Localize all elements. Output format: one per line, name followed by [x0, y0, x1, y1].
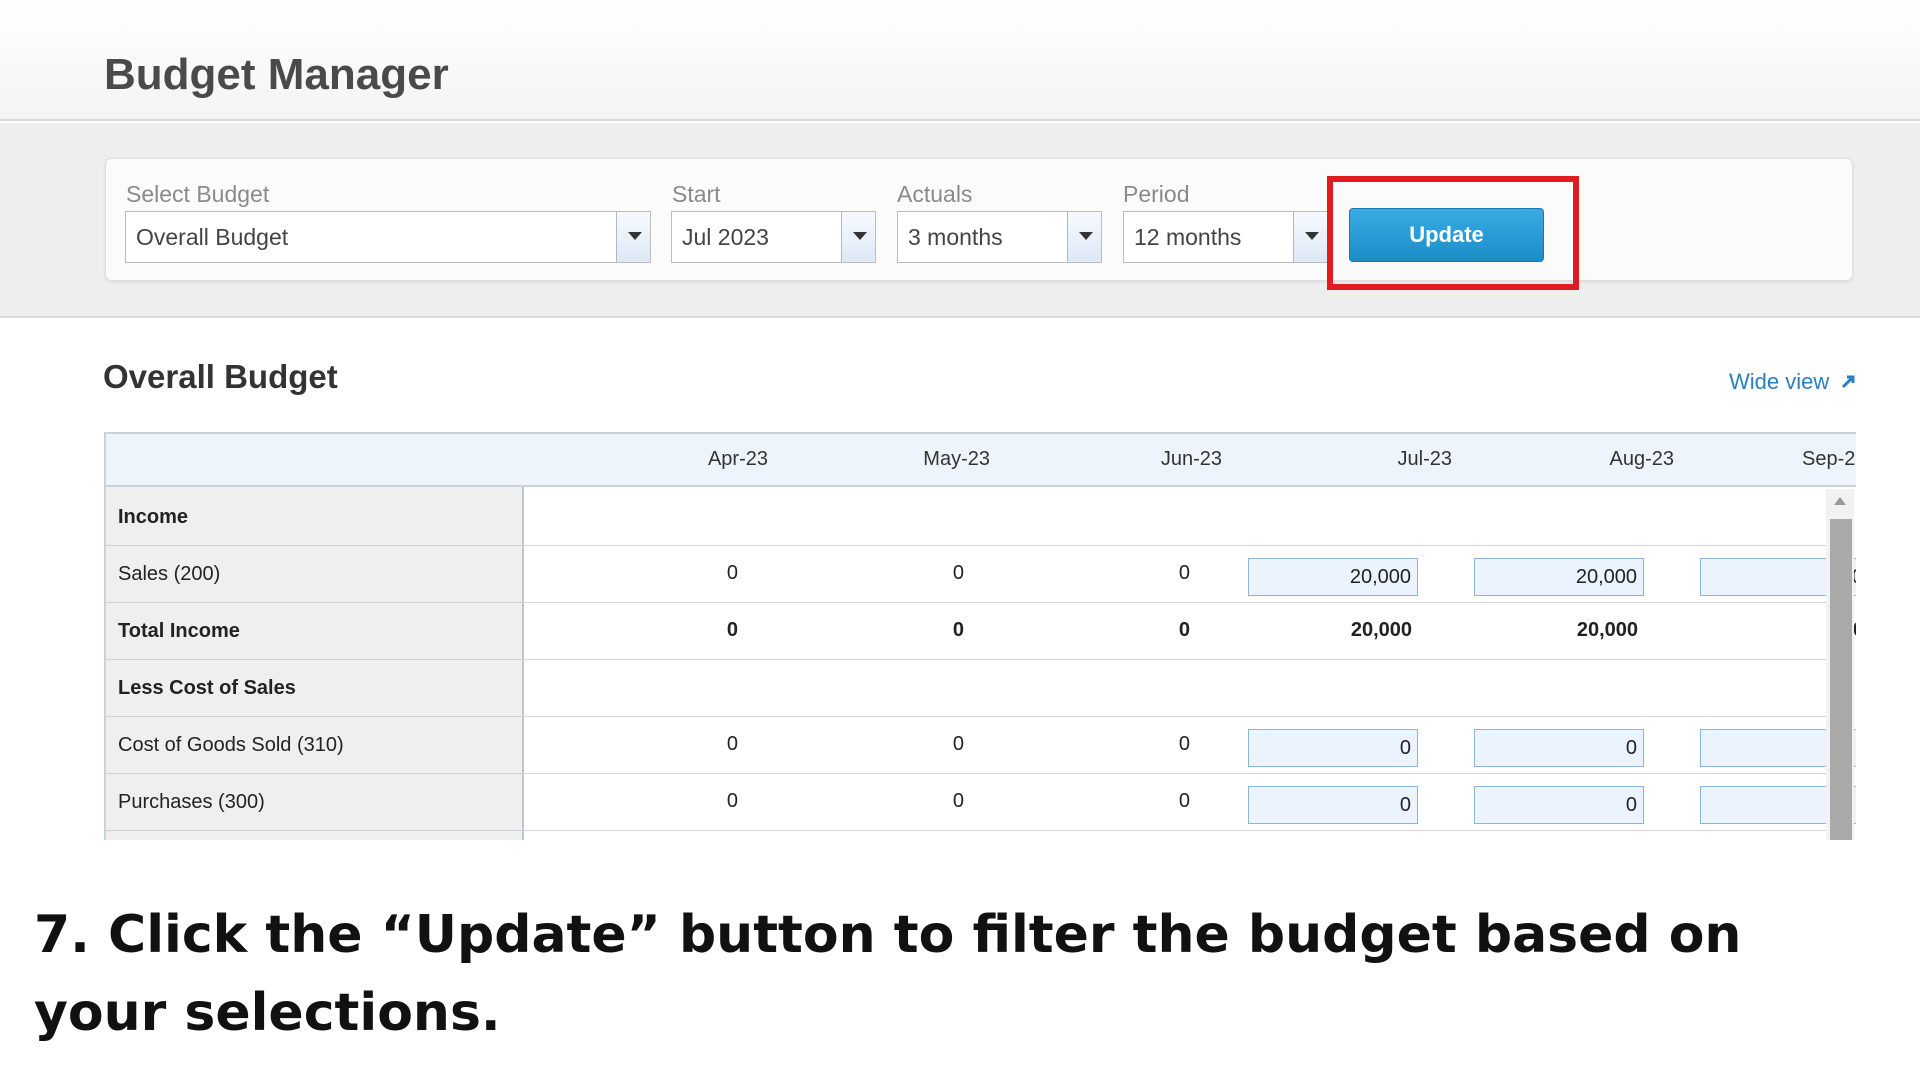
row-label-less-cost-of-sales: Less Cost of Sales [106, 660, 524, 717]
app-header: Budget Manager [0, 0, 1920, 121]
section-title: Overall Budget [103, 358, 338, 395]
table-cell: 0 [726, 619, 738, 641]
scroll-up-icon[interactable] [1834, 497, 1846, 505]
budget-input[interactable]: 0 [1474, 729, 1644, 767]
actuals-label: Actuals [897, 181, 973, 207]
table-cell: 0 [1178, 562, 1190, 584]
table-cell: 0 [726, 790, 738, 812]
months-header: Apr-23 May-23 Jun-23 Jul-23 Aug-23 Sep-2 [524, 434, 1856, 487]
actuals-value: 3 months [908, 224, 1003, 250]
start-value: Jul 2023 [682, 224, 769, 250]
period-label: Period [1123, 181, 1190, 207]
table-row [524, 489, 1836, 546]
filter-panel: Select Budget Overall Budget Start Jul 2… [105, 158, 1853, 281]
budget-input[interactable]: 20,000 [1474, 558, 1644, 596]
chevron-down-icon[interactable] [1067, 212, 1101, 262]
row-label-sales: Sales (200) [106, 546, 524, 603]
wide-view-link[interactable]: Wide view [1729, 369, 1829, 395]
month-header: Jun-23 [1160, 448, 1222, 470]
table-cell: 0 [952, 733, 964, 755]
budget-input[interactable]: 20,000 [1248, 558, 1418, 596]
select-budget-value: Overall Budget [136, 224, 289, 250]
table-row [524, 660, 1836, 717]
table-row: 0 0 0 20,000 20,000 20 [524, 603, 1856, 660]
start-dropdown[interactable]: Jul 2023 [671, 211, 876, 263]
table-cell: 0 [1178, 790, 1190, 812]
budget-input[interactable]: 0 [1474, 786, 1644, 824]
table-cell: 0 [952, 619, 964, 641]
actuals-dropdown[interactable]: 3 months [897, 211, 1102, 263]
month-header: May-23 [923, 448, 990, 470]
row-label-cost-of-goods-sold: Cost of Goods Sold (310) [106, 717, 524, 774]
table-cell: 0 [726, 562, 738, 584]
table-cell: 20,000 [1576, 619, 1638, 641]
expand-icon[interactable] [1839, 373, 1857, 391]
table-row: 0 0 0 20,000 20,000 20 [524, 546, 1856, 603]
table-cell: 0 [952, 562, 964, 584]
select-budget-label: Select Budget [126, 181, 270, 207]
table-cell: 20,000 [1350, 619, 1412, 641]
filter-band: Select Budget Overall Budget Start Jul 2… [0, 123, 1920, 318]
highlight-box [1327, 176, 1579, 290]
table-cell: 0 [1178, 619, 1190, 641]
chevron-down-icon[interactable] [1293, 212, 1327, 262]
month-header: Apr-23 [707, 448, 768, 470]
budget-input[interactable]: 0 [1248, 786, 1418, 824]
period-dropdown[interactable]: 12 months [1123, 211, 1328, 263]
vertical-scrollbar[interactable] [1826, 489, 1854, 840]
row-labels-column: Income Sales (200) Total Income Less Cos… [104, 434, 524, 840]
table-cell: 0 [726, 733, 738, 755]
row-labels-header [106, 434, 524, 487]
period-value: 12 months [1134, 224, 1242, 250]
chevron-down-icon[interactable] [841, 212, 875, 262]
budget-input[interactable]: 0 [1248, 729, 1418, 767]
start-label: Start [672, 181, 721, 207]
month-header: Aug-23 [1609, 448, 1675, 470]
table-cell: 0 [952, 790, 964, 812]
row-label-purchases: Purchases (300) [106, 774, 524, 831]
scroll-thumb[interactable] [1830, 519, 1852, 840]
page-title: Budget Manager [104, 50, 449, 99]
chevron-down-icon[interactable] [616, 212, 650, 262]
table-cell: 0 [1178, 733, 1190, 755]
row-label-total-income: Total Income [106, 603, 524, 660]
month-header: Sep-2 [1802, 448, 1856, 470]
select-budget-dropdown[interactable]: Overall Budget [125, 211, 651, 263]
month-header: Jul-23 [1397, 448, 1452, 470]
row-label-income: Income [106, 489, 524, 546]
budget-grid: Income Sales (200) Total Income Less Cos… [104, 432, 1856, 840]
table-row: 0 0 0 0 0 [524, 774, 1856, 831]
instruction-caption: 7. Click the “Update” button to filter t… [34, 905, 1742, 1043]
table-row: 0 0 0 0 0 [524, 717, 1856, 774]
